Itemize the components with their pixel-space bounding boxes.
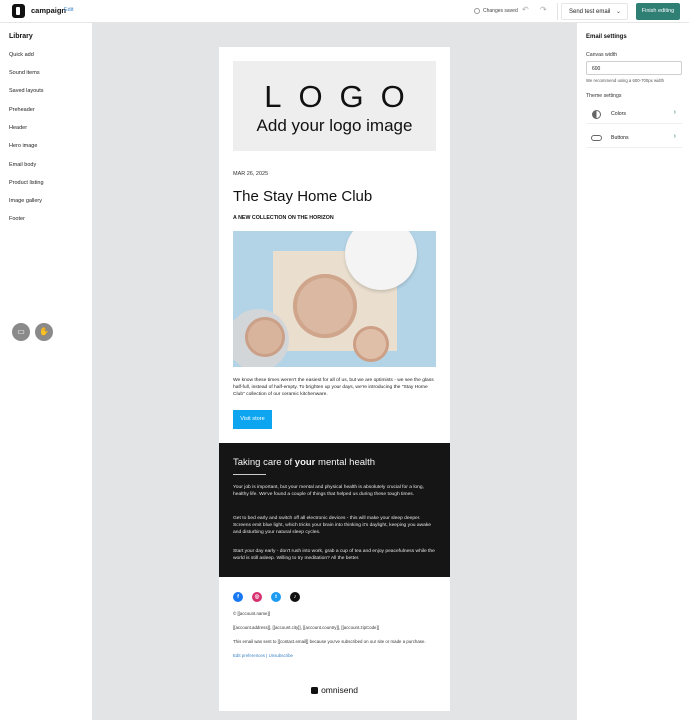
chevron-right-icon: ›: [673, 133, 676, 140]
top-bar: campaign Edit Changes saved ↶ ↷ Send tes…: [0, 0, 689, 23]
tiktok-icon[interactable]: ♪: [290, 592, 300, 602]
footer-links: Edit preferences | Unsubscribe: [233, 653, 293, 658]
edit-preferences-link[interactable]: Edit preferences: [233, 653, 265, 658]
save-status: Changes saved: [474, 8, 518, 14]
email-body-text: We know these times weren't the easiest …: [233, 378, 434, 398]
colors-setting[interactable]: Colors ›: [586, 104, 682, 124]
send-test-email-button[interactable]: Send test email ⌄: [561, 3, 628, 20]
theme-settings-label: Theme settings: [586, 93, 622, 99]
sidebar-item-sound-items[interactable]: Sound items: [9, 70, 40, 76]
visit-store-button[interactable]: Visit store: [233, 410, 272, 429]
omnisend-brand: omnisend: [219, 685, 450, 695]
sidebar-item-preheader[interactable]: Preheader: [9, 107, 35, 113]
undo-icon[interactable]: ↶: [522, 5, 529, 14]
divider: [557, 3, 558, 20]
mental-health-section: Taking care of your mental health Your j…: [219, 443, 450, 577]
sidebar-item-saved-layouts[interactable]: Saved layouts: [9, 88, 44, 94]
hero-bowl-left: [245, 317, 285, 357]
divider: [233, 474, 266, 475]
saved-check-icon: [474, 8, 480, 14]
send-test-email-label: Send test email: [569, 9, 611, 15]
canvas-width-label: Canvas width: [586, 52, 618, 58]
chevron-down-icon[interactable]: ⌄: [616, 8, 621, 15]
settings-title: Email settings: [586, 34, 627, 40]
thumbs-down-icon[interactable]: ✋: [35, 323, 53, 341]
library-title: Library: [9, 33, 33, 40]
buttons-setting[interactable]: Buttons ›: [586, 128, 682, 148]
button-shape-icon: [591, 135, 602, 141]
unsubscribe-link[interactable]: Unsubscribe: [269, 653, 293, 658]
mental-health-paragraph: Your job is important, but your mental a…: [233, 485, 424, 498]
buttons-label: Buttons: [611, 135, 629, 141]
hero-image[interactable]: [233, 231, 436, 367]
chevron-right-icon: ›: [673, 109, 676, 116]
sidebar-item-header[interactable]: Header: [9, 125, 27, 131]
omnisend-logo-icon[interactable]: [12, 4, 25, 18]
footer-notice: This email was sent to [[contact.email]]…: [233, 639, 426, 644]
sidebar-item-footer[interactable]: Footer: [9, 216, 25, 222]
email-date: MAR 26, 2025: [233, 171, 269, 177]
palette-icon: [592, 110, 601, 119]
canvas-width-hint: We recommend using a 600-700px width: [586, 78, 665, 83]
hero-bowl-small: [353, 326, 389, 362]
email-headline: The Stay Home Club: [233, 188, 373, 205]
mental-health-paragraph: Get to bed early and switch off all elec…: [233, 516, 432, 536]
logo-placeholder[interactable]: LOGO Add your logo image: [233, 61, 436, 151]
sidebar-item-quick-add[interactable]: Quick add: [9, 52, 34, 58]
footer-copyright: © [[account.name]]: [233, 611, 270, 616]
sidebar-item-hero-image[interactable]: Hero image: [9, 143, 37, 149]
instagram-icon[interactable]: ◎: [252, 592, 262, 602]
email-preview: LOGO Add your logo image MAR 26, 2025 Th…: [219, 47, 450, 711]
redo-icon[interactable]: ↷: [540, 5, 547, 14]
chat-feedback-icon[interactable]: ▭: [12, 323, 30, 341]
campaign-title: campaign: [31, 6, 67, 15]
sidebar-item-image-gallery[interactable]: Image gallery: [9, 198, 42, 204]
sidebar-item-product-listing[interactable]: Product listing: [9, 180, 44, 186]
footer-address: [[account.address]], [[account.city]], […: [233, 625, 379, 630]
facebook-icon[interactable]: f: [233, 592, 243, 602]
twitter-icon[interactable]: t: [271, 592, 281, 602]
logo-text: LOGO: [264, 79, 422, 114]
mental-health-title: Taking care of your mental health: [233, 457, 376, 468]
hero-bowl-main: [293, 274, 357, 338]
library-sidebar: Library Quick add Sound items Saved layo…: [0, 23, 92, 720]
omnisend-mark-icon: [311, 687, 319, 694]
logo-subtext: Add your logo image: [256, 116, 413, 135]
colors-label: Colors: [611, 111, 626, 117]
email-settings-panel: Email settings Canvas width 600 We recom…: [577, 23, 689, 720]
save-status-text: Changes saved: [483, 8, 518, 14]
sidebar-item-email-body[interactable]: Email body: [9, 162, 36, 168]
email-subheadline: A NEW COLLECTION ON THE HORIZON: [233, 215, 334, 221]
finish-editing-button[interactable]: Finish editing: [636, 3, 680, 20]
mental-health-paragraph: Start your day early - don't rush into w…: [233, 549, 435, 562]
canvas-width-input[interactable]: 600: [586, 61, 682, 75]
edit-link[interactable]: Edit: [64, 7, 73, 13]
email-canvas: LOGO Add your logo image MAR 26, 2025 Th…: [92, 23, 577, 720]
